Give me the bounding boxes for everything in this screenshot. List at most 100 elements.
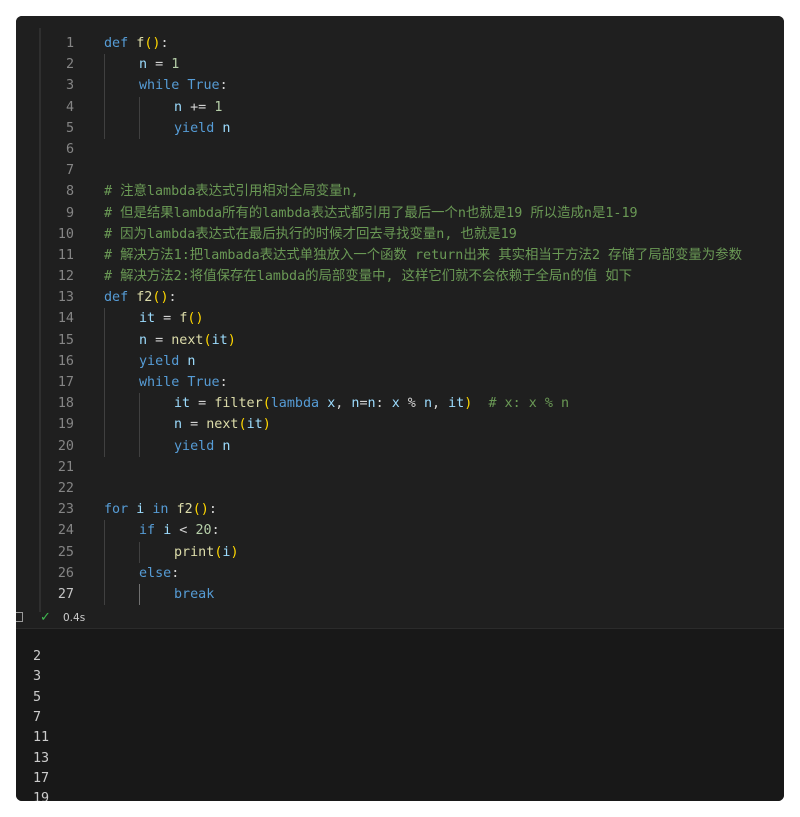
code-token: n xyxy=(139,332,148,348)
indent-guide xyxy=(104,414,105,436)
line-number: 13 xyxy=(57,290,74,306)
code-token: # 解决方法2:将值保存在lambda的局部变量中, 这样它们就不会依赖于全局n… xyxy=(104,269,632,285)
code-text: def f(): xyxy=(104,33,169,54)
line-number: 4 xyxy=(65,99,74,115)
code-cell[interactable]: 1 def f(): 2 n = 1 3 while True: 4 n += 1 5 yield… xyxy=(16,16,784,628)
code-line[interactable]: 4 n += 1 xyxy=(16,96,784,118)
code-token: ) xyxy=(262,417,271,433)
code-line[interactable]: 3 while True: xyxy=(16,75,784,97)
code-token: n xyxy=(139,57,148,73)
code-token: 1 xyxy=(214,99,223,115)
code-text: break xyxy=(174,584,214,605)
code-text: yield n xyxy=(139,351,195,372)
line-number: 18 xyxy=(57,396,74,412)
code-line[interactable]: 7 xyxy=(16,160,784,181)
code-line[interactable]: 16 yield n xyxy=(16,350,784,372)
line-number: 17 xyxy=(57,375,74,390)
code-line[interactable]: 6 xyxy=(16,139,784,160)
cell-marker-icon xyxy=(16,612,23,622)
code-text: n = next(it) xyxy=(139,330,236,351)
code-token: # 注意lambda表达式引用相对全局变量n, xyxy=(104,184,359,200)
code-line[interactable]: 20 yield n xyxy=(16,435,784,457)
code-line[interactable]: 18 it = filter(lambda x, n=n: x % n, it) … xyxy=(16,393,784,415)
line-number: 19 xyxy=(57,417,74,433)
line-number: 12 xyxy=(57,269,74,285)
code-line[interactable]: 23 for i in f2(): xyxy=(16,499,784,520)
code-token: # 因为lambda表达式在最后执行的时候才回去寻找变量n, 也就是19 xyxy=(104,226,517,242)
code-token: yield xyxy=(174,438,215,454)
code-token: = xyxy=(359,396,368,412)
code-token: = xyxy=(147,57,172,73)
code-token: break xyxy=(174,586,215,602)
code-token: True xyxy=(187,78,220,94)
line-number: 16 xyxy=(57,353,74,369)
code-line[interactable]: 8 # 注意lambda表达式引用相对全局变量n, xyxy=(16,181,784,202)
code-token: def xyxy=(104,290,129,306)
code-token: : xyxy=(219,375,228,390)
code-token: : xyxy=(219,78,228,94)
line-number: 11 xyxy=(57,247,74,263)
code-token: it xyxy=(448,396,465,412)
indent-guide xyxy=(139,117,140,139)
code-token: ) xyxy=(160,290,169,306)
code-line[interactable]: 9 # 但是结果lambda所有的lambda表达式都引用了最后一个n也就是19 … xyxy=(16,203,784,224)
code-token: n xyxy=(423,396,432,412)
code-editor[interactable]: 1 def f(): 2 n = 1 3 while True: 4 n += 1 5 yield… xyxy=(16,33,784,606)
code-token: : xyxy=(211,523,220,539)
code-token: next xyxy=(171,332,204,348)
line-number: 15 xyxy=(57,332,74,348)
code-line[interactable]: 14 it = f() xyxy=(16,308,784,330)
indent-guide xyxy=(104,435,105,457)
line-number: 23 xyxy=(57,502,74,518)
code-line[interactable]: 12 # 解决方法2:将值保存在lambda的局部变量中, 这样它们就不会依赖于全… xyxy=(16,266,784,287)
line-number: 14 xyxy=(57,311,74,327)
line-number: 22 xyxy=(57,480,74,496)
code-line[interactable]: 13 def f2(): xyxy=(16,287,784,308)
code-line[interactable]: 25 print(i) xyxy=(16,541,784,563)
code-line[interactable]: 19 n = next(it) xyxy=(16,414,784,436)
code-token: , xyxy=(432,396,449,412)
code-text: while True: xyxy=(139,75,228,96)
cell-output: 2 3 5 7 11 13 17 19 xyxy=(16,628,784,801)
code-token: ) xyxy=(227,332,236,348)
line-number: 2 xyxy=(65,57,74,73)
indent-guide xyxy=(139,583,140,606)
indent-guide xyxy=(139,393,140,415)
indent-guide xyxy=(104,583,105,606)
line-number: 21 xyxy=(57,459,74,475)
code-line[interactable]: 27 break xyxy=(16,583,784,606)
code-token: n xyxy=(367,396,376,412)
code-line[interactable]: 17 while True: xyxy=(16,372,784,394)
code-token: while xyxy=(139,78,180,94)
code-line[interactable]: 24 if i < 20: xyxy=(16,520,784,542)
code-line[interactable]: 2 n = 1 xyxy=(16,54,784,76)
code-token: n xyxy=(222,120,231,136)
line-number: 5 xyxy=(65,120,74,136)
code-line[interactable]: 10 # 因为lambda表达式在最后执行的时候才回去寻找变量n, 也就是19 xyxy=(16,224,784,245)
code-line[interactable]: 1 def f(): xyxy=(16,33,784,54)
code-token: ( xyxy=(203,332,212,348)
indent-guide xyxy=(104,75,105,97)
indent-guide xyxy=(104,541,105,563)
code-token: n xyxy=(222,438,231,454)
line-number: 26 xyxy=(57,565,74,581)
code-token: f2 xyxy=(136,290,153,306)
output-line: 3 xyxy=(33,669,42,685)
code-token: n xyxy=(187,353,196,369)
code-line[interactable]: 11 # 解决方法1:把lambada表达式单独放入一个函数 return出来 其… xyxy=(16,245,784,266)
code-line[interactable]: 22 xyxy=(16,478,784,499)
output-line: 17 xyxy=(33,770,50,786)
line-number: 3 xyxy=(65,78,74,94)
code-line[interactable]: 21 xyxy=(16,457,784,478)
code-line[interactable]: 15 n = next(it) xyxy=(16,329,784,351)
cell-status-bar: ✓ 0.4s xyxy=(16,610,784,628)
code-line[interactable]: 5 yield n xyxy=(16,117,784,139)
code-text: it = filter(lambda x, n=n: x % n, it) # … xyxy=(174,393,569,414)
code-text: if i < 20: xyxy=(139,520,220,541)
code-line[interactable]: 26 else: xyxy=(16,562,784,584)
code-token: for xyxy=(104,502,129,518)
code-token: ( xyxy=(238,417,247,433)
code-token: ) xyxy=(195,311,204,327)
code-text: it = f() xyxy=(139,308,204,329)
